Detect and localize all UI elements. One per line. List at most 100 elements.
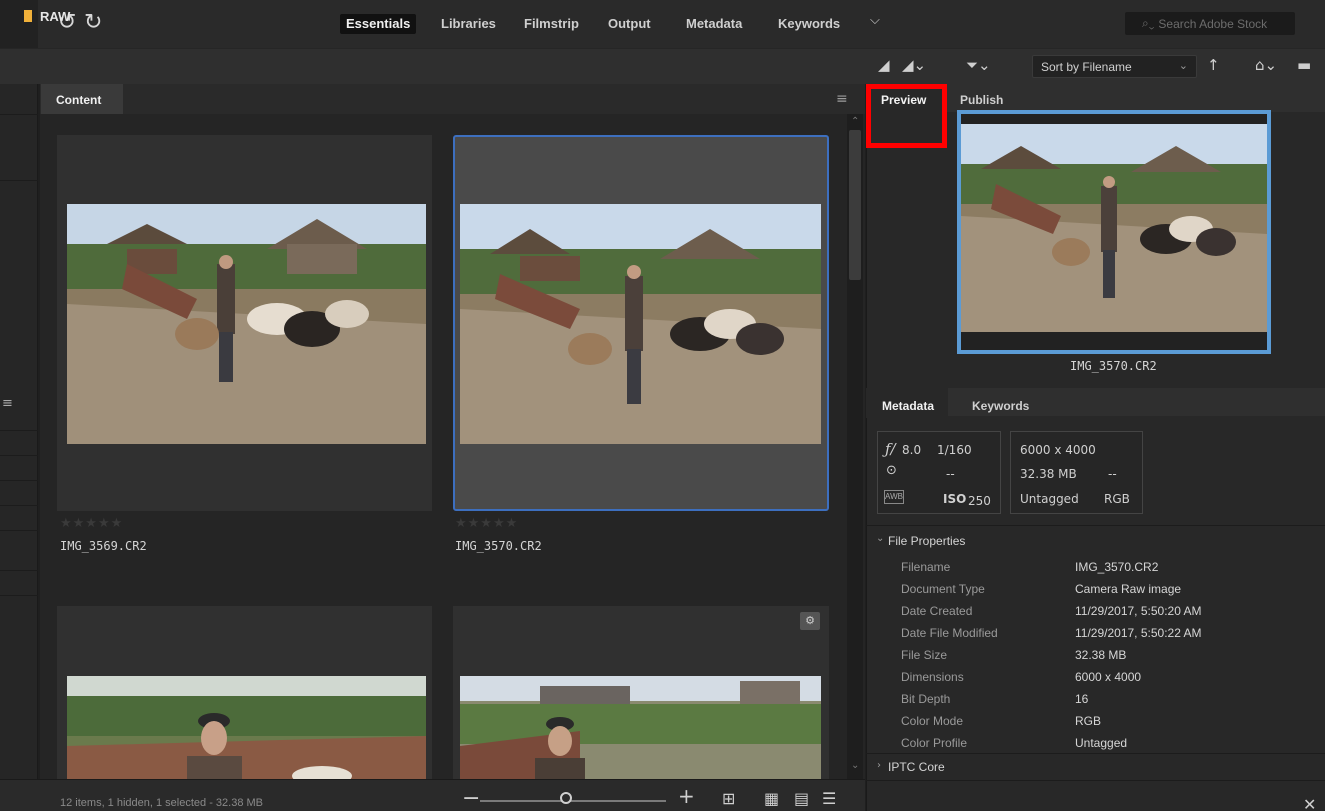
rating-stars[interactable]: ★★★★★ (455, 516, 518, 531)
scroll-up-icon[interactable]: ⌃ (851, 116, 859, 127)
quality-icon[interactable]: ◢ (878, 56, 890, 74)
content-tab-bar (40, 84, 865, 114)
property-key: File Size (901, 648, 948, 662)
thumbnail-filename[interactable]: IMG_3569.CR2 (60, 539, 147, 553)
zoom-in-icon[interactable]: + (678, 784, 695, 808)
property-value: RGB (1075, 714, 1102, 728)
property-key: Bit Depth (901, 692, 951, 706)
thumbnail-image (67, 676, 426, 779)
rating-stars[interactable]: ★★★★★ (60, 516, 123, 531)
property-value: Untagged (1075, 736, 1128, 750)
left-panel-divider (0, 530, 38, 531)
search-icon: ⌕⌄ (1142, 16, 1155, 30)
workspace-essentials[interactable]: Essentials (340, 14, 417, 34)
status-summary: 12 items, 1 hidden, 1 selected - 32.38 M… (60, 797, 264, 809)
property-value: 11/29/2017, 5:50:22 AM (1075, 626, 1202, 640)
scroll-down-icon[interactable]: ⌄ (851, 760, 859, 771)
left-panel-divider (0, 570, 38, 571)
top-left-strip (0, 0, 38, 48)
left-panel-divider (0, 480, 38, 481)
preview-filename: IMG_3570.CR2 (1070, 359, 1157, 373)
white-balance-icon: AWB (884, 490, 904, 504)
thumbnail-image (460, 204, 821, 444)
property-value: 6000 x 4000 (1075, 670, 1142, 684)
file-properties-header[interactable]: File Properties (888, 534, 965, 548)
property-value: Camera Raw image (1075, 582, 1182, 596)
color-mode-value: RGB (1104, 492, 1130, 506)
preview-image-frame[interactable] (957, 110, 1271, 354)
tab-content[interactable]: Content (41, 84, 123, 114)
dimensions-value: 6000 x 4000 (1020, 443, 1096, 457)
aperture-value: 8.0 (902, 443, 922, 457)
property-key: Filename (901, 560, 951, 574)
rotate-cw-icon[interactable]: ↻ (84, 10, 102, 36)
folder-icon (24, 10, 32, 22)
sort-select[interactable]: Sort by Filename ⌄ (1032, 55, 1197, 78)
recent-folders-icon[interactable]: ⌂⌄ (1255, 56, 1277, 74)
more-workspaces-chevron-icon[interactable]: ⌵ (870, 13, 880, 28)
property-key: Color Mode (901, 714, 964, 728)
thumbnail-image (67, 204, 426, 444)
workspace-metadata[interactable]: Metadata (686, 15, 742, 33)
stock-search-input[interactable]: ⌕⌄ Search Adobe Stock (1125, 12, 1295, 35)
file-size-value: 32.38 MB (1020, 467, 1077, 481)
thumbnail-image (460, 676, 821, 779)
metering-value: -- (946, 467, 955, 481)
quality-options-icon[interactable]: ◢⌄ (902, 56, 926, 74)
develop-settings-icon[interactable]: ⚙ (800, 612, 820, 630)
metadata-divider (866, 753, 1325, 754)
thumbnail-size-slider-handle[interactable] (560, 792, 572, 804)
left-panel-divider (0, 595, 38, 596)
chevron-right-icon[interactable]: › (877, 760, 881, 771)
workspace-keywords[interactable]: Keywords (778, 15, 840, 33)
new-folder-icon[interactable]: ▬ (1297, 56, 1311, 74)
iso-value: 250 (968, 494, 991, 508)
search-placeholder: Search Adobe Stock (1158, 16, 1268, 31)
left-panel-divider (0, 180, 38, 181)
left-panel-collapsed[interactable] (0, 84, 38, 811)
sort-ascending-icon[interactable]: ↑ (1207, 56, 1220, 74)
filter-icon[interactable]: ⏷⌄ (966, 56, 991, 74)
close-icon[interactable]: ✕ (1303, 795, 1316, 811)
view-thumbnails-icon[interactable]: ▦ (764, 789, 779, 808)
left-panel-divider (0, 430, 38, 431)
property-key: Date File Modified (901, 626, 998, 640)
left-panel-divider (0, 455, 38, 456)
property-value: 11/29/2017, 5:50:20 AM (1075, 604, 1202, 618)
panel-menu-icon[interactable]: ≡ (836, 91, 848, 107)
left-panel-divider (0, 114, 38, 115)
property-key: Color Profile (901, 736, 968, 750)
annotation-highlight-box (866, 84, 947, 148)
tab-keywords[interactable]: Keywords (972, 399, 1029, 413)
sort-select-value: Sort by Filename (1041, 60, 1132, 74)
content-scrollbar-thumb[interactable] (849, 130, 861, 280)
panel-menu-icon[interactable]: ≡ (2, 396, 13, 411)
grid-lock-icon[interactable]: ⊞ (722, 789, 735, 808)
color-profile-value: Untagged (1020, 492, 1079, 506)
tab-publish[interactable]: Publish (960, 93, 1003, 107)
property-value: 32.38 MB (1075, 648, 1127, 662)
property-value: 16 (1075, 692, 1089, 706)
tab-metadata[interactable]: Metadata (866, 388, 948, 418)
shutter-speed-value: 1/160 (937, 443, 972, 457)
view-details-icon[interactable]: ▤ (794, 789, 809, 808)
workspace-libraries[interactable]: Libraries (441, 15, 496, 33)
property-key: Dimensions (901, 670, 964, 684)
property-key: Document Type (901, 582, 985, 596)
aperture-icon: ƒ/ (885, 440, 896, 458)
thumbnail-filename[interactable]: IMG_3570.CR2 (455, 539, 542, 553)
metering-icon: ⊙ (886, 463, 897, 478)
path-folder-label[interactable]: RAW (40, 9, 70, 24)
chevron-down-icon[interactable]: ⌄ (876, 533, 884, 544)
file-size-extra: -- (1108, 467, 1117, 481)
metadata-divider (866, 780, 1325, 781)
zoom-out-icon[interactable]: − (462, 786, 480, 811)
metadata-divider (866, 525, 1325, 526)
workspace-output[interactable]: Output (608, 15, 651, 33)
iptc-core-header[interactable]: IPTC Core (888, 760, 945, 774)
chevron-down-icon: ⌄ (1178, 59, 1188, 72)
workspace-filmstrip[interactable]: Filmstrip (524, 15, 579, 33)
left-panel-divider (0, 505, 38, 506)
view-list-icon[interactable]: ☰ (822, 789, 836, 808)
thumbnail-size-slider[interactable] (480, 800, 666, 802)
